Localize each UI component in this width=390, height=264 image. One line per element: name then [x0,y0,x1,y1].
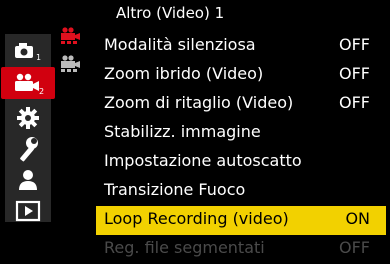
video-camera-icon [61,55,80,72]
subtab-video-1[interactable] [57,26,83,44]
video-camera-icon: 2 [15,73,44,95]
camera-menu-screen: 1 2 Altro (Video) 1 Modalità silenziosa … [0,0,390,260]
category-photo[interactable]: 1 [5,36,51,66]
menu-item-silent-mode[interactable]: Modalità silenziosa OFF [96,32,386,61]
person-icon [19,170,37,190]
menu-item-label: Zoom di ritaglio (Video) [104,93,294,112]
subtab-video-2[interactable] [57,54,83,72]
menu-item-label: Modalità silenziosa [104,35,256,54]
menu-item-value: OFF [339,64,370,83]
playback-icon [15,200,41,222]
category-custom[interactable] [5,103,51,133]
menu-list: Modalità silenziosa OFF Zoom ibrido (Vid… [96,32,386,264]
category-sidebar: 1 2 [1,34,55,222]
menu-item-label: Loop Recording (video) [104,209,289,228]
category-playback[interactable] [5,196,51,226]
category-video[interactable]: 2 [1,67,55,99]
menu-item-loop-recording[interactable]: Loop Recording (video) ON [96,206,386,235]
menu-item-self-timer[interactable]: Impostazione autoscatto [96,148,386,177]
menu-item-value: ON [345,209,370,228]
menu-item-label: Stabilizz. immagine [104,122,261,141]
menu-item-value: OFF [339,93,370,112]
menu-item-image-stabilizer[interactable]: Stabilizz. immagine [96,119,386,148]
menu-item-label: Reg. file segmentati [104,238,265,257]
menu-item-crop-zoom[interactable]: Zoom di ritaglio (Video) OFF [96,90,386,119]
menu-item-label: Transizione Fuoco [104,180,246,199]
wrench-icon [20,137,38,162]
gear-icon [17,107,39,129]
menu-item-label: Impostazione autoscatto [104,151,302,170]
camera-icon: 1 [15,43,41,62]
page-title: Altro (Video) 1 [116,4,225,22]
menu-item-focus-transition[interactable]: Transizione Fuoco [96,177,386,206]
svg-text:2: 2 [39,87,44,95]
category-setup[interactable] [5,134,51,164]
video-camera-icon [61,27,80,44]
category-my-menu[interactable] [5,165,51,195]
menu-item-hybrid-zoom[interactable]: Zoom ibrido (Video) OFF [96,61,386,90]
svg-text:1: 1 [36,53,41,62]
menu-item-value: OFF [339,35,370,54]
menu-item-value: OFF [339,238,370,257]
menu-item-label: Zoom ibrido (Video) [104,64,264,83]
